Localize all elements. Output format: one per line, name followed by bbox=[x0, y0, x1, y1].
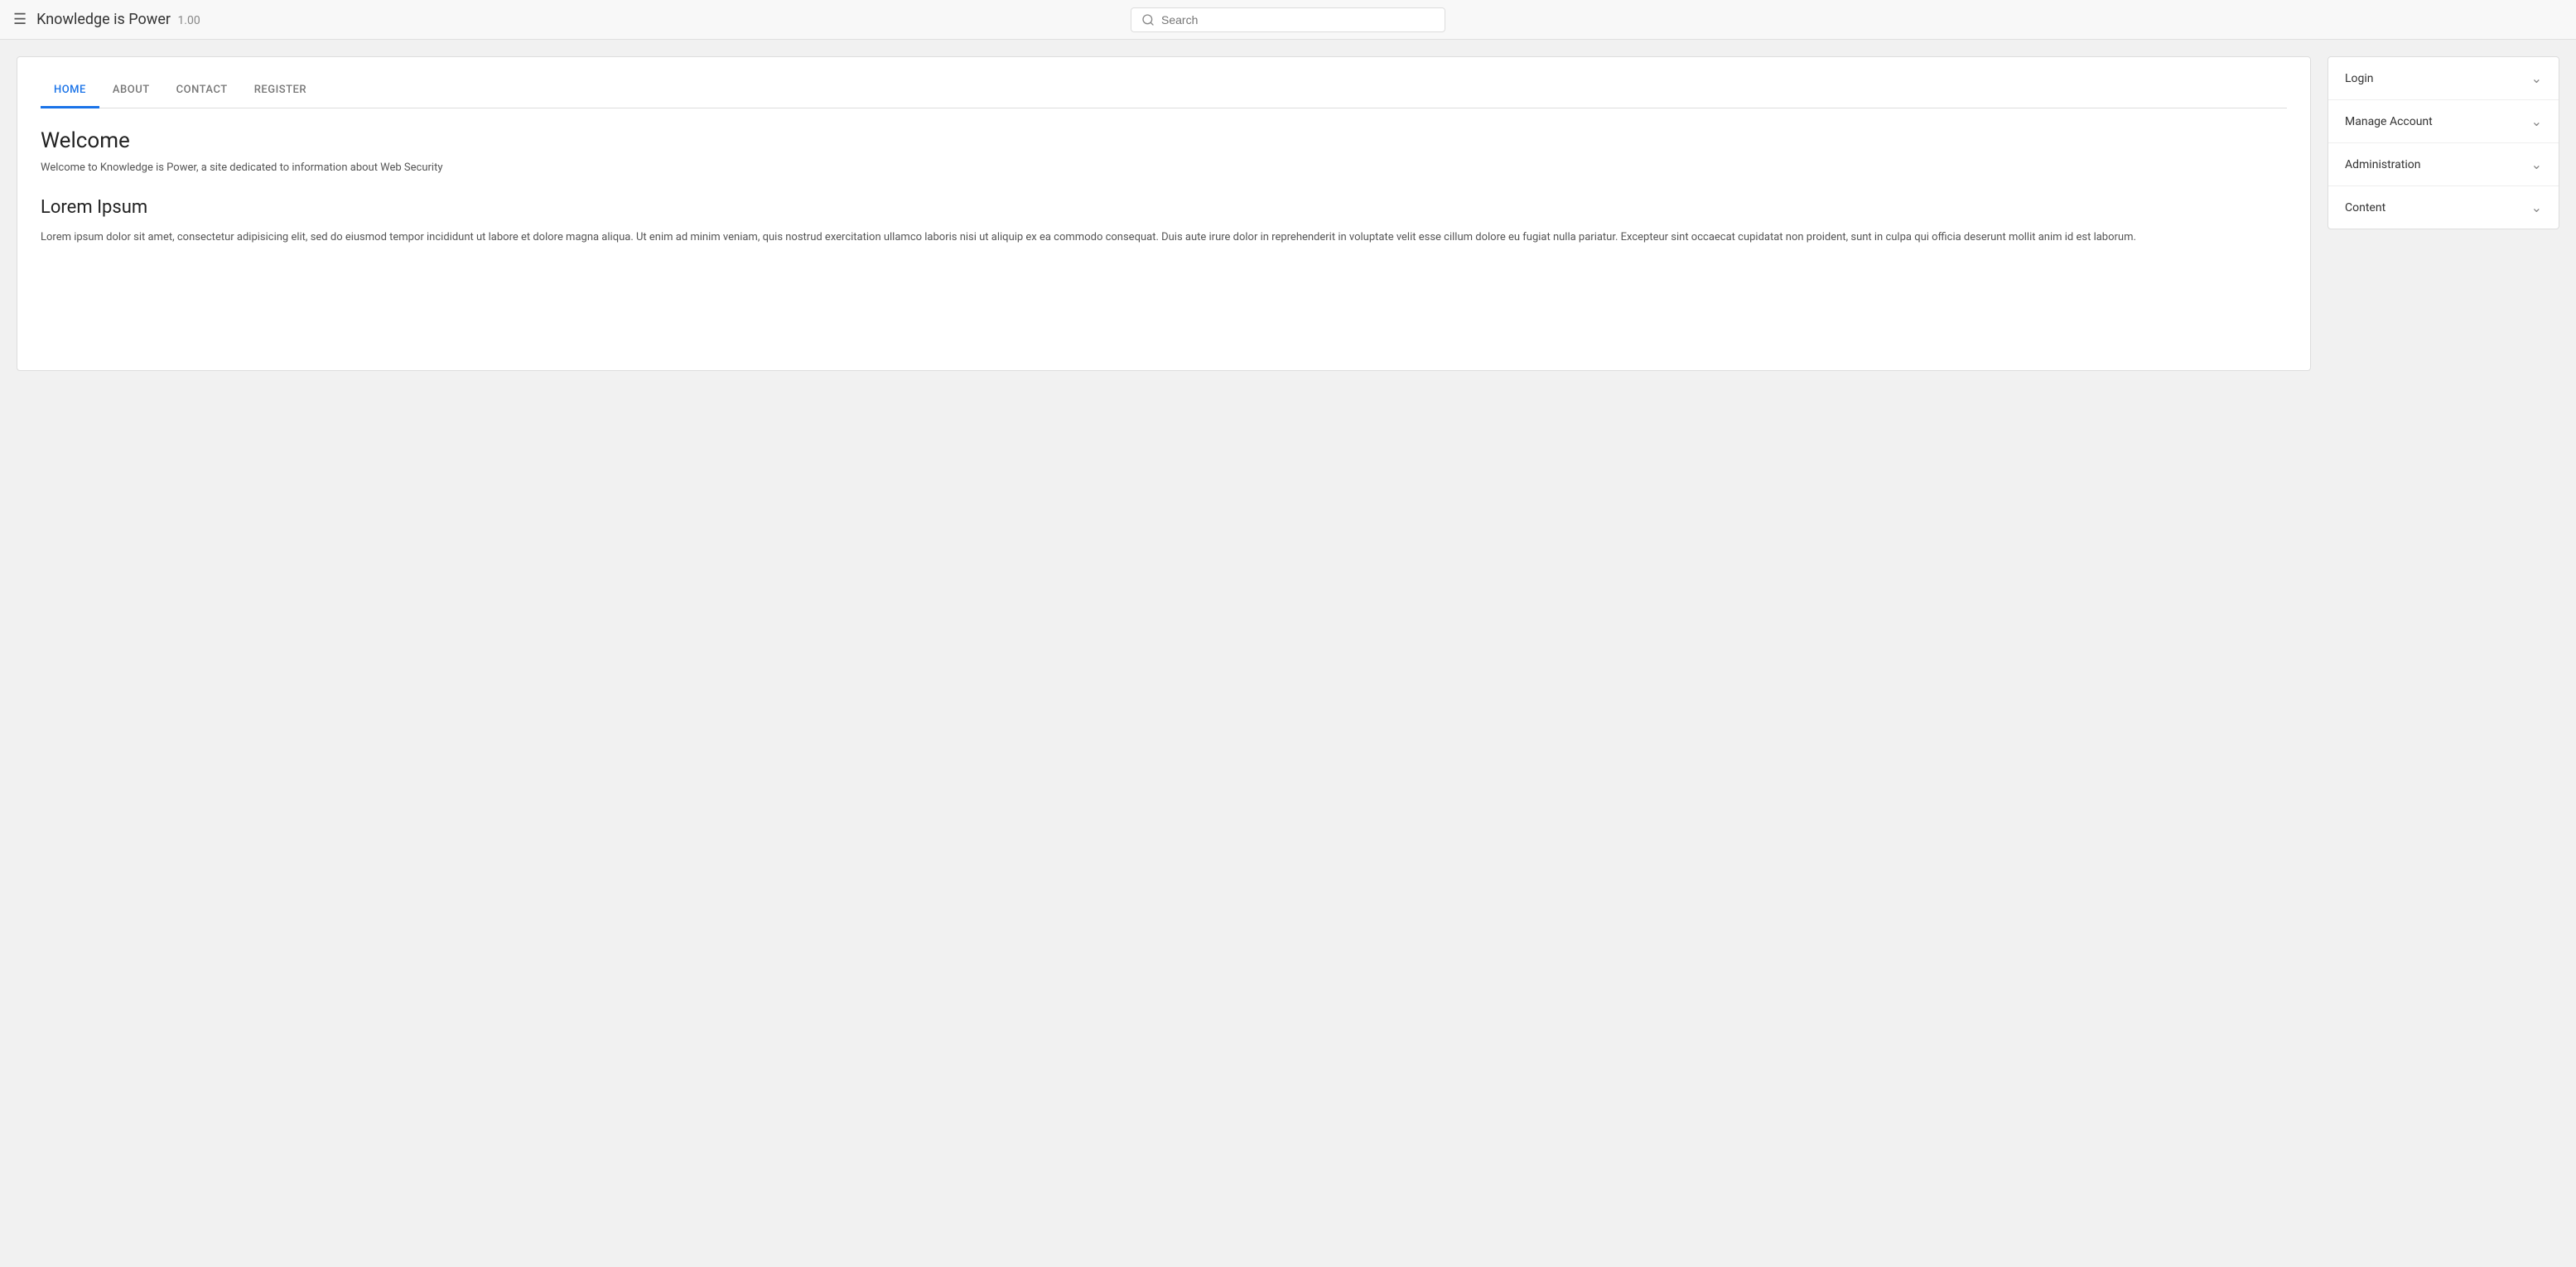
sidebar-panel: Login ⌄ Manage Account ⌄ Administration … bbox=[2328, 56, 2559, 229]
search-bar bbox=[1131, 7, 1445, 32]
main-layout: HOME ABOUT CONTACT REGISTER Welcome Welc… bbox=[0, 40, 2576, 388]
chevron-down-icon: ⌄ bbox=[2531, 70, 2542, 86]
sidebar-item-login[interactable]: Login ⌄ bbox=[2328, 57, 2559, 100]
sidebar-item-administration[interactable]: Administration ⌄ bbox=[2328, 143, 2559, 186]
search-input[interactable] bbox=[1161, 13, 1435, 26]
welcome-heading: Welcome bbox=[41, 128, 2287, 153]
sidebar: Login ⌄ Manage Account ⌄ Administration … bbox=[2328, 56, 2559, 371]
sidebar-item-content[interactable]: Content ⌄ bbox=[2328, 186, 2559, 229]
chevron-down-icon: ⌄ bbox=[2531, 157, 2542, 172]
tab-register[interactable]: REGISTER bbox=[241, 74, 320, 108]
content-area: HOME ABOUT CONTACT REGISTER Welcome Welc… bbox=[17, 56, 2311, 371]
tabs: HOME ABOUT CONTACT REGISTER bbox=[41, 74, 2287, 108]
app-title: Knowledge is Power 1.00 bbox=[36, 11, 200, 28]
welcome-text: Welcome to Knowledge is Power, a site de… bbox=[41, 161, 2287, 174]
chevron-down-icon: ⌄ bbox=[2531, 200, 2542, 215]
tab-home[interactable]: HOME bbox=[41, 74, 99, 108]
chevron-down-icon: ⌄ bbox=[2531, 113, 2542, 129]
navbar: ☰ Knowledge is Power 1.00 bbox=[0, 0, 2576, 40]
search-icon bbox=[1141, 13, 1155, 26]
app-version: 1.00 bbox=[177, 14, 200, 27]
tab-contact[interactable]: CONTACT bbox=[163, 74, 241, 108]
lorem-ipsum-body: Lorem ipsum dolor sit amet, consectetur … bbox=[41, 229, 2287, 247]
menu-icon[interactable]: ☰ bbox=[13, 11, 27, 28]
sidebar-item-manage-account[interactable]: Manage Account ⌄ bbox=[2328, 100, 2559, 143]
lorem-ipsum-heading: Lorem Ipsum bbox=[41, 197, 2287, 218]
tab-about[interactable]: ABOUT bbox=[99, 74, 163, 108]
